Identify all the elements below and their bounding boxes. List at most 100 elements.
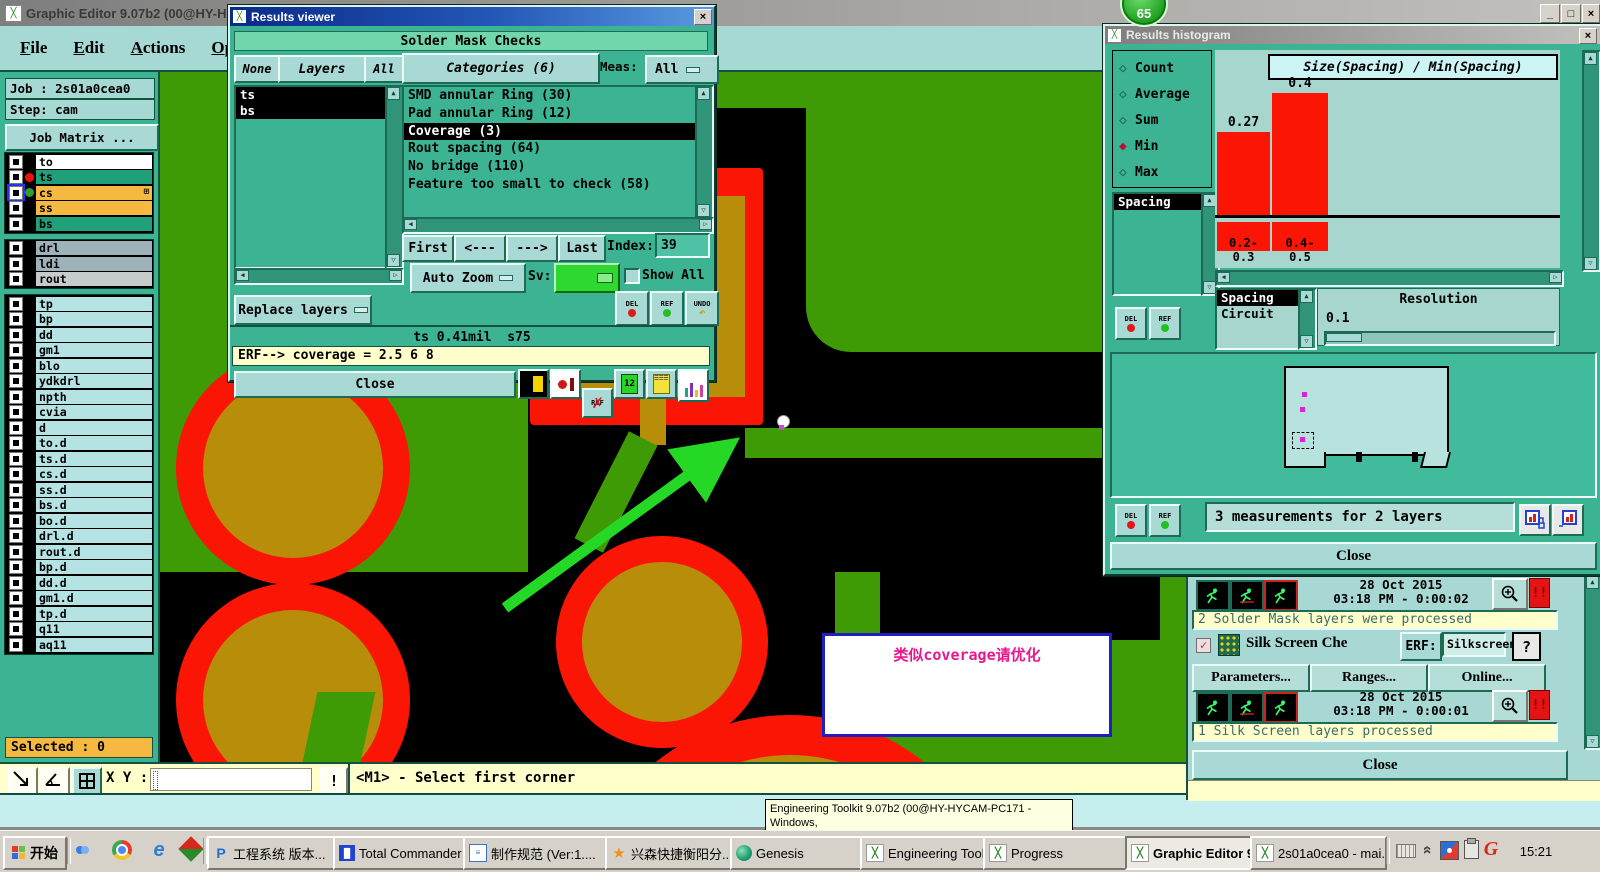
silk-checkbox[interactable]: ✓: [1196, 638, 1211, 653]
layer-checkbox[interactable]: [9, 560, 23, 575]
taskbar-button[interactable]: Engineering Toolki...: [860, 836, 992, 870]
flashget-tray-icon[interactable]: G: [1482, 838, 1500, 860]
taskbar-button[interactable]: 制作规范 (Ver:1....: [463, 836, 612, 870]
layer-checkbox[interactable]: [9, 467, 23, 482]
layer-checkbox[interactable]: [9, 622, 23, 637]
layer-checkbox[interactable]: [9, 216, 23, 231]
category-row[interactable]: Rout spacing (64): [404, 140, 696, 158]
angle-tool-button[interactable]: [40, 767, 70, 795]
layer-row[interactable]: drl: [6, 240, 152, 256]
minimize-button[interactable]: _: [1540, 4, 1560, 23]
layer-checkbox[interactable]: [9, 498, 23, 513]
layer-checkbox[interactable]: [9, 405, 23, 420]
maximize-button[interactable]: □: [1561, 4, 1581, 23]
menu-item[interactable]: File: [20, 38, 47, 58]
layer-checkbox[interactable]: [9, 312, 23, 327]
ie-icon[interactable]: e: [148, 838, 170, 862]
measurement-dot[interactable]: [1302, 392, 1307, 397]
layer-row[interactable]: ss: [6, 200, 152, 216]
scroll-up-icon[interactable]: ▲: [387, 87, 400, 100]
all-button[interactable]: All: [364, 55, 404, 83]
taskbar-button[interactable]: 兴森快捷衡阳分...: [605, 836, 739, 870]
layer-checkbox[interactable]: [9, 606, 23, 621]
layer-row[interactable]: bs: [6, 216, 152, 232]
measure-row[interactable]: Spacing: [1114, 194, 1202, 210]
layer-name[interactable]: bp.d: [36, 560, 152, 575]
meas-dropdown[interactable]: All: [645, 55, 719, 84]
menu-item[interactable]: Actions: [131, 38, 186, 58]
histogram-titlebar[interactable]: ╳ Results histogram ×: [1105, 26, 1600, 44]
online-button[interactable]: Online...: [1428, 664, 1546, 692]
last-button[interactable]: Last: [558, 235, 606, 262]
layer-row[interactable]: bs.d: [6, 497, 152, 513]
histogram-bar[interactable]: 0.27: [1217, 115, 1270, 215]
viewer-layer-list[interactable]: ts bs: [234, 85, 388, 269]
group-row[interactable]: Spacing: [1217, 290, 1299, 306]
layer-row[interactable]: dd.d: [6, 575, 152, 591]
group-list[interactable]: Spacing Circuit: [1215, 288, 1301, 350]
layer-checkbox[interactable]: [9, 591, 23, 606]
job-matrix-button[interactable]: Job Matrix ...: [5, 124, 159, 151]
layer-name[interactable]: dd: [36, 327, 152, 342]
layer-row[interactable]: to: [6, 154, 152, 170]
del-button[interactable]: DEL: [615, 291, 649, 326]
layer-row[interactable]: npth: [6, 389, 152, 405]
erf-button[interactable]: ERF:: [1400, 632, 1442, 661]
layer-name[interactable]: cs: [36, 185, 152, 200]
category-row[interactable]: Pad annular Ring (12): [404, 105, 696, 123]
scroll-left-icon[interactable]: ◀: [236, 270, 249, 281]
histogram-close-button[interactable]: Close: [1110, 542, 1597, 570]
show-all-checkbox[interactable]: [624, 268, 640, 284]
layer-row[interactable]: ss.d: [6, 482, 152, 498]
selected-measurement-box[interactable]: [1292, 432, 1314, 449]
clear-ref-button[interactable]: REF ✗: [582, 388, 613, 418]
taskbar-button[interactable]: 工程系统 版本...: [207, 836, 340, 870]
layer-checkbox[interactable]: [9, 389, 23, 404]
category-row[interactable]: Feature too small to check (58): [404, 176, 696, 194]
stat-radio[interactable]: Min: [1119, 133, 1211, 159]
select-tool-button[interactable]: [8, 767, 38, 795]
layer-name[interactable]: cs.d: [36, 467, 152, 482]
zoom-results-button[interactable]: [1492, 578, 1528, 610]
layer-name[interactable]: to: [36, 154, 152, 169]
layer-name[interactable]: drl.d: [36, 529, 152, 544]
notes-button[interactable]: ≡≡≡: [646, 369, 677, 399]
resolution-slider[interactable]: [1324, 331, 1556, 346]
count-page-button[interactable]: 12: [614, 369, 645, 399]
layer-checkbox[interactable]: [9, 374, 23, 389]
chevron-tray-icon[interactable]: «: [1418, 843, 1436, 857]
scroll-right-icon[interactable]: ▷: [389, 270, 402, 281]
layer-row[interactable]: q11: [6, 621, 152, 637]
keyboard-tray-icon[interactable]: [1396, 844, 1416, 858]
layer-name[interactable]: gm1: [36, 343, 152, 358]
pinwheel-icon[interactable]: [178, 836, 204, 862]
help-button[interactable]: ?: [1512, 632, 1541, 661]
clipboard-tray-icon[interactable]: [1464, 838, 1479, 859]
layer-row[interactable]: cs.d: [6, 466, 152, 482]
histogram-vscrollbar[interactable]: ▲ ▽: [1582, 50, 1600, 272]
layer-row[interactable]: ts: [6, 169, 152, 185]
auto-zoom-dropdown[interactable]: Auto Zoom: [410, 263, 526, 293]
layer-row[interactable]: bo.d: [6, 513, 152, 529]
next-button[interactable]: --->: [506, 235, 558, 262]
layer-checkbox[interactable]: [9, 327, 23, 342]
index-input[interactable]: 39: [655, 233, 710, 258]
scroll-left-icon[interactable]: ◀: [404, 219, 417, 230]
del-button[interactable]: DEL: [1115, 504, 1147, 537]
layer-name[interactable]: ydkdrl: [36, 374, 152, 389]
group-scrollbar[interactable]: ▲ ▽: [1298, 288, 1317, 350]
layer-checkbox[interactable]: [9, 544, 23, 559]
layer-checkbox[interactable]: [7, 183, 25, 202]
measurement-dot[interactable]: [1300, 407, 1305, 412]
layer-row[interactable]: aq11: [6, 637, 152, 653]
layer-row[interactable]: ldi: [6, 256, 152, 272]
layer-name[interactable]: d: [36, 420, 152, 435]
layer-row[interactable]: dd: [6, 327, 152, 343]
run-check-button[interactable]: [1230, 692, 1264, 723]
layer-checkbox[interactable]: [9, 170, 23, 185]
layer-row[interactable]: blo: [6, 358, 152, 374]
run-check-button[interactable]: [1196, 692, 1230, 723]
layer-name[interactable]: ts: [36, 170, 152, 185]
layer-row[interactable]: rout: [6, 271, 152, 287]
ranges-button[interactable]: Ranges...: [1310, 664, 1428, 692]
